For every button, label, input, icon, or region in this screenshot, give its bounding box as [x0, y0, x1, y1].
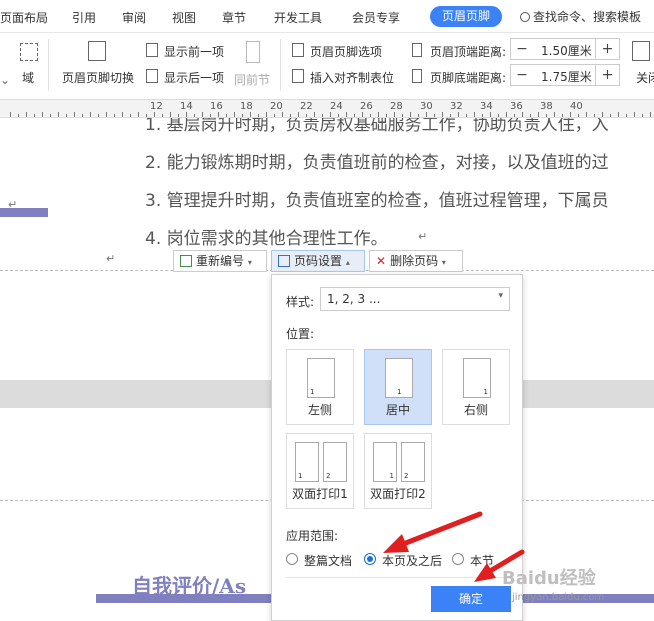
annotation-arrow [390, 511, 483, 551]
watermark: Baidu经验 [502, 564, 596, 590]
watermark-url: jingyan.baidu.com [512, 592, 605, 603]
watermark-cn: 经验 [559, 568, 596, 589]
annotation-arrow-head [383, 534, 409, 553]
watermark-brand: Baidu [502, 568, 560, 589]
annotation-arrow-head [474, 563, 496, 582]
annotation-arrows [383, 511, 525, 582]
